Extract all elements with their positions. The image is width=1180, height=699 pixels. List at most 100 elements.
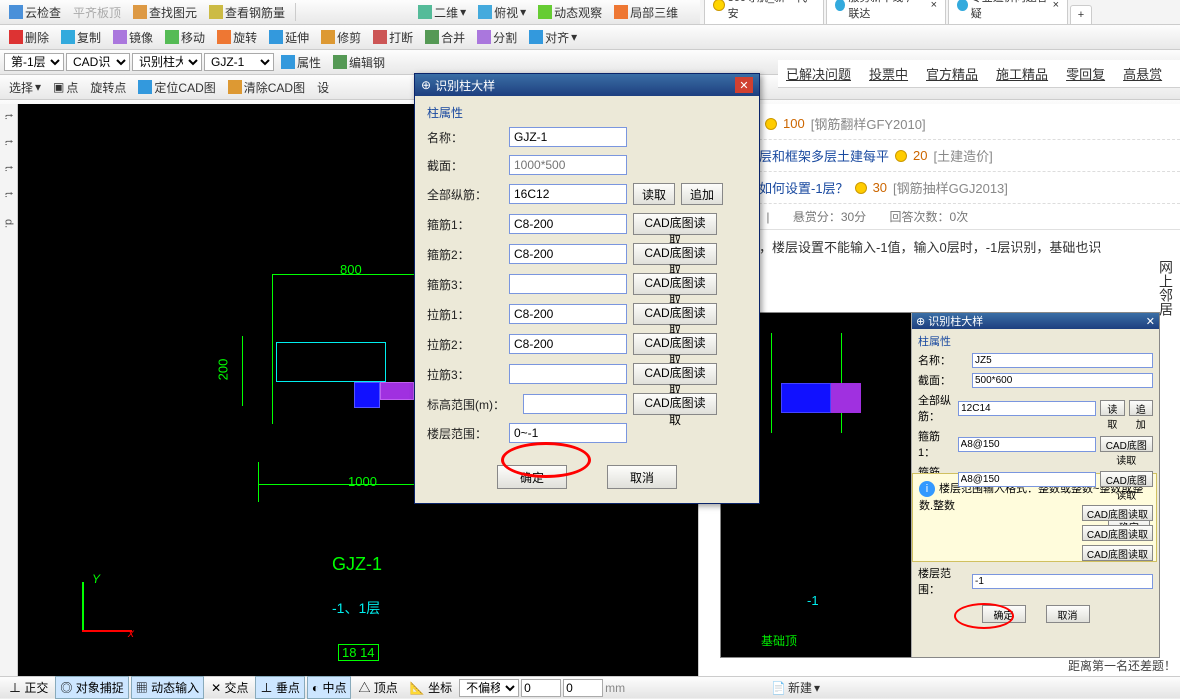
set-button[interactable]: 设	[312, 76, 334, 99]
rec-col-combo[interactable]: 识别柱大1	[132, 53, 202, 71]
mini-cad-button[interactable]: CAD底图读取	[1100, 471, 1153, 487]
append-button[interactable]: 追加	[681, 183, 723, 205]
offset-combo[interactable]: 不偏移	[459, 679, 519, 697]
mini-ok-button[interactable]: 确定	[982, 605, 1026, 623]
nav-zero-reply[interactable]: 零回复	[1066, 64, 1105, 83]
cad-read-button[interactable]: CAD底图读取	[633, 273, 717, 295]
read-button[interactable]: 读取	[633, 183, 675, 205]
mini-cad-button[interactable]: CAD底图读取	[1100, 436, 1153, 452]
flat-roof-button[interactable]: 平齐板顶	[68, 1, 126, 24]
status-perp[interactable]: ⊥ 垂点	[255, 676, 304, 699]
status-coord[interactable]: 📐 坐标	[405, 676, 457, 699]
browser-tab-3[interactable]: 专业造价问题答疑×	[948, 0, 1068, 24]
left-strip-tab[interactable]: t.	[3, 114, 15, 120]
input-elev[interactable]	[523, 394, 627, 414]
status-apex[interactable]: △ 顶点	[353, 676, 402, 699]
rotate-point-button[interactable]: 旋转点	[85, 76, 131, 99]
status-dyn[interactable]: ▦ 动态输入	[131, 676, 204, 699]
cloud-check-button[interactable]: 云检查	[4, 1, 66, 24]
nav-official[interactable]: 官方精品	[926, 64, 978, 83]
status-osnap[interactable]: ◎ 对象捕捉	[55, 676, 128, 699]
input-tie1[interactable]	[509, 304, 627, 324]
cad-read-button[interactable]: CAD底图读取	[633, 393, 717, 415]
break-button[interactable]: 打断	[368, 26, 418, 49]
offset-x[interactable]	[521, 679, 561, 697]
nav-construction[interactable]: 施工精品	[996, 64, 1048, 83]
mini-input-h1[interactable]	[958, 437, 1096, 452]
2d-button[interactable]: 二维▾	[413, 1, 471, 24]
cad-read-button[interactable]: CAD底图读取	[633, 333, 717, 355]
edit-rebar-button[interactable]: 编辑钢	[328, 51, 390, 74]
input-tie3[interactable]	[509, 364, 627, 384]
nav-solved[interactable]: 已解决问题	[786, 64, 851, 83]
nav-high-bounty[interactable]: 高悬赏	[1123, 64, 1162, 83]
copy-button[interactable]: 复制	[56, 26, 106, 49]
status-ortho[interactable]: ⊥ 正交	[4, 676, 53, 699]
view-rebar-button[interactable]: 查看钢筋量	[204, 1, 290, 24]
mini-cancel-button[interactable]: 取消	[1046, 605, 1090, 623]
mirror-button[interactable]: 镜像	[108, 26, 158, 49]
forum-item[interactable]: 柱大样时如何设置-1层？ 30 [钢筋抽样GGJ2013]	[699, 172, 1180, 204]
mini-cad-button[interactable]: CAD底图读取	[1082, 505, 1153, 521]
input-section[interactable]	[509, 155, 627, 175]
mini-input-floor[interactable]	[972, 574, 1153, 589]
cad-read-button[interactable]: CAD底图读取	[633, 303, 717, 325]
mini-cad-button[interactable]: CAD底图读取	[1082, 525, 1153, 541]
align-button[interactable]: 对齐▾	[524, 26, 582, 49]
forum-item[interactable]: 剪力墙高层和框架多层土建每平 20 [土建造价]	[699, 140, 1180, 172]
mini-input-name[interactable]	[972, 353, 1153, 368]
forum-item[interactable]: 座有问题 100 [钢筋翻样GFY2010]	[699, 108, 1180, 140]
move-button[interactable]: 移动	[160, 26, 210, 49]
point-button[interactable]: ▣ 点	[48, 76, 83, 99]
left-strip-tab[interactable]: t.	[3, 166, 15, 172]
browser-tab-plus[interactable]: +	[1070, 5, 1092, 24]
left-strip-tab[interactable]: t.	[3, 192, 15, 198]
status-cross[interactable]: ✕ 交点	[206, 676, 253, 699]
input-hoop2[interactable]	[509, 244, 627, 264]
cancel-button[interactable]: 取消	[607, 465, 677, 489]
status-mid[interactable]: ◐ 中点	[307, 676, 352, 699]
cad-read-button[interactable]: CAD底图读取	[633, 243, 717, 265]
dynamic-observe-button[interactable]: 动态观察	[533, 1, 607, 24]
left-strip-tab[interactable]: d.	[3, 219, 15, 228]
rotate-button[interactable]: 旋转	[212, 26, 262, 49]
input-all-long[interactable]	[509, 184, 627, 204]
split-button[interactable]: 分割	[472, 26, 522, 49]
input-hoop3[interactable]	[509, 274, 627, 294]
trim-button[interactable]: 修剪	[316, 26, 366, 49]
cad-rec-combo[interactable]: CAD识别	[66, 53, 130, 71]
mini-append-button[interactable]: 追加	[1129, 400, 1153, 416]
new-build-button[interactable]: 📄 新建▾	[766, 676, 825, 699]
browser-tab-2[interactable]: 服务新干线 广联达×	[826, 0, 946, 24]
bird-view-button[interactable]: 俯视▾	[473, 1, 531, 24]
nav-voting[interactable]: 投票中	[869, 64, 908, 83]
extend-button[interactable]: 延伸	[264, 26, 314, 49]
input-name[interactable]	[509, 127, 627, 147]
input-hoop1[interactable]	[509, 214, 627, 234]
dialog-titlebar[interactable]: ⊕ 识别柱大样 ✕	[415, 74, 759, 96]
cad-read-button[interactable]: CAD底图读取	[633, 363, 717, 385]
cad-read-button[interactable]: CAD底图读取	[633, 213, 717, 235]
mini-close-icon[interactable]: ✕	[1146, 315, 1155, 328]
browser-tab-1[interactable]: 360导航_新一代安	[704, 0, 824, 24]
offset-y[interactable]	[563, 679, 603, 697]
local-3d-button[interactable]: 局部三维	[609, 1, 683, 24]
mini-input-row5[interactable]	[958, 472, 1096, 487]
ok-button[interactable]: 确定	[497, 465, 567, 489]
layer-combo[interactable]: 第-1层	[4, 53, 64, 71]
left-strip-tab[interactable]: t.	[3, 140, 15, 146]
input-tie2[interactable]	[509, 334, 627, 354]
mini-read-button[interactable]: 读取	[1100, 400, 1124, 416]
mini-input-all[interactable]	[958, 401, 1096, 416]
mini-input-section[interactable]	[972, 373, 1153, 388]
gjz-combo[interactable]: GJZ-1	[204, 53, 274, 71]
delete-button[interactable]: 删除	[4, 26, 54, 49]
props-button[interactable]: 属性	[276, 51, 326, 74]
merge-button[interactable]: 合并	[420, 26, 470, 49]
locate-cad-button[interactable]: 定位CAD图	[133, 76, 220, 99]
clear-cad-button[interactable]: 清除CAD图	[223, 76, 310, 99]
dialog-close-button[interactable]: ✕	[735, 77, 753, 93]
mini-cad-button[interactable]: CAD底图读取	[1082, 545, 1153, 561]
select-button[interactable]: 选择▾	[4, 76, 46, 99]
input-floor-range[interactable]	[509, 423, 627, 443]
